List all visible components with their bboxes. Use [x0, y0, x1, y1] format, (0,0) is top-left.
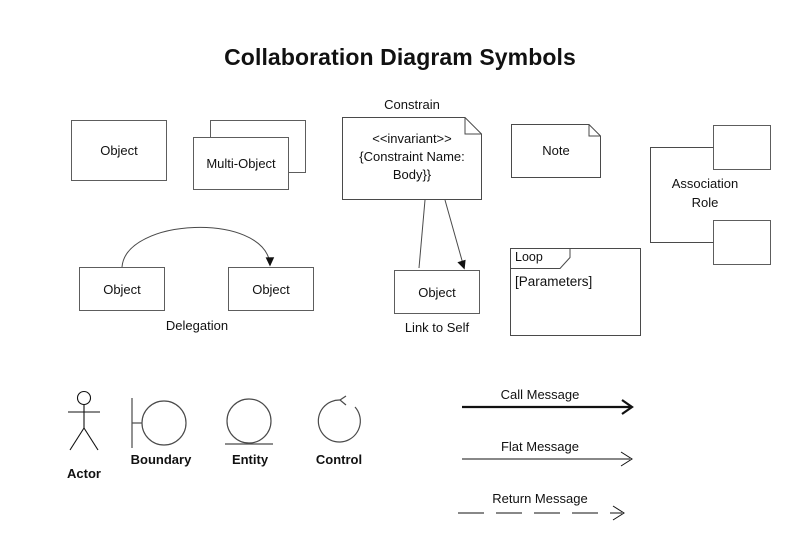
entity-label: Entity [231, 452, 269, 467]
page-title: Collaboration Diagram Symbols [224, 44, 576, 70]
association-role-line-2: Role [691, 195, 719, 210]
constrain-line-1: <<invariant>> [372, 131, 452, 146]
multi-object-label: Multi-Object [206, 156, 276, 171]
link-to-self-caption: Link to Self [404, 320, 470, 335]
note-label: Note [542, 143, 570, 158]
association-role-label: Association Role [650, 174, 760, 212]
actor-label: Actor [67, 466, 101, 481]
constrain-note[interactable]: <<invariant>> {Constraint Name: Body}} [342, 117, 482, 200]
constrain-line-2: {Constraint Name: [359, 149, 465, 164]
return-message-label: Return Message [492, 491, 588, 506]
association-role-bottom-box [713, 220, 771, 265]
delegation-source-object[interactable]: Object [79, 267, 165, 311]
constrain-line-3: Body}} [392, 167, 432, 182]
diagram-canvas: Collaboration Diagram Symbols Object Mul… [0, 0, 800, 551]
actor-stick-figure-icon[interactable] [62, 390, 112, 452]
loop-frame[interactable]: Loop [Parameters] [510, 248, 641, 336]
entity-circle-icon[interactable] [222, 394, 280, 452]
flat-message-arrow [462, 451, 633, 467]
object-box-label: Object [100, 143, 138, 158]
delegation-caption: Delegation [165, 318, 229, 333]
multi-object-front-box: Multi-Object [193, 137, 289, 190]
control-circle-arrow-icon[interactable] [310, 394, 368, 452]
delegation-target-object[interactable]: Object [228, 267, 314, 311]
boundary-label: Boundary [130, 452, 192, 467]
call-message-arrow [462, 399, 634, 415]
link-to-self-object-label: Object [418, 284, 456, 300]
delegation-arc-arrow [121, 227, 275, 268]
object-box[interactable]: Object [71, 120, 167, 181]
delegation-target-label: Object [252, 281, 290, 297]
call-message-label: Call Message [500, 387, 580, 402]
multi-object-symbol[interactable]: Multi-Object [193, 120, 307, 190]
delegation-source-label: Object [103, 281, 141, 297]
constrain-caption: Constrain [384, 97, 440, 112]
association-role-top-box [713, 125, 771, 170]
loop-parameters-text: [Parameters] [515, 274, 593, 289]
link-to-self-object[interactable]: Object [394, 270, 480, 314]
flat-message-label: Flat Message [500, 439, 580, 454]
loop-frame-label: Loop [515, 250, 543, 264]
association-role-line-1: Association [671, 176, 739, 191]
link-to-self-connector [418, 199, 466, 270]
return-message-arrow [458, 505, 625, 521]
boundary-circle-icon[interactable] [128, 394, 190, 452]
note-symbol[interactable]: Note [511, 124, 601, 178]
control-label: Control [315, 452, 363, 467]
